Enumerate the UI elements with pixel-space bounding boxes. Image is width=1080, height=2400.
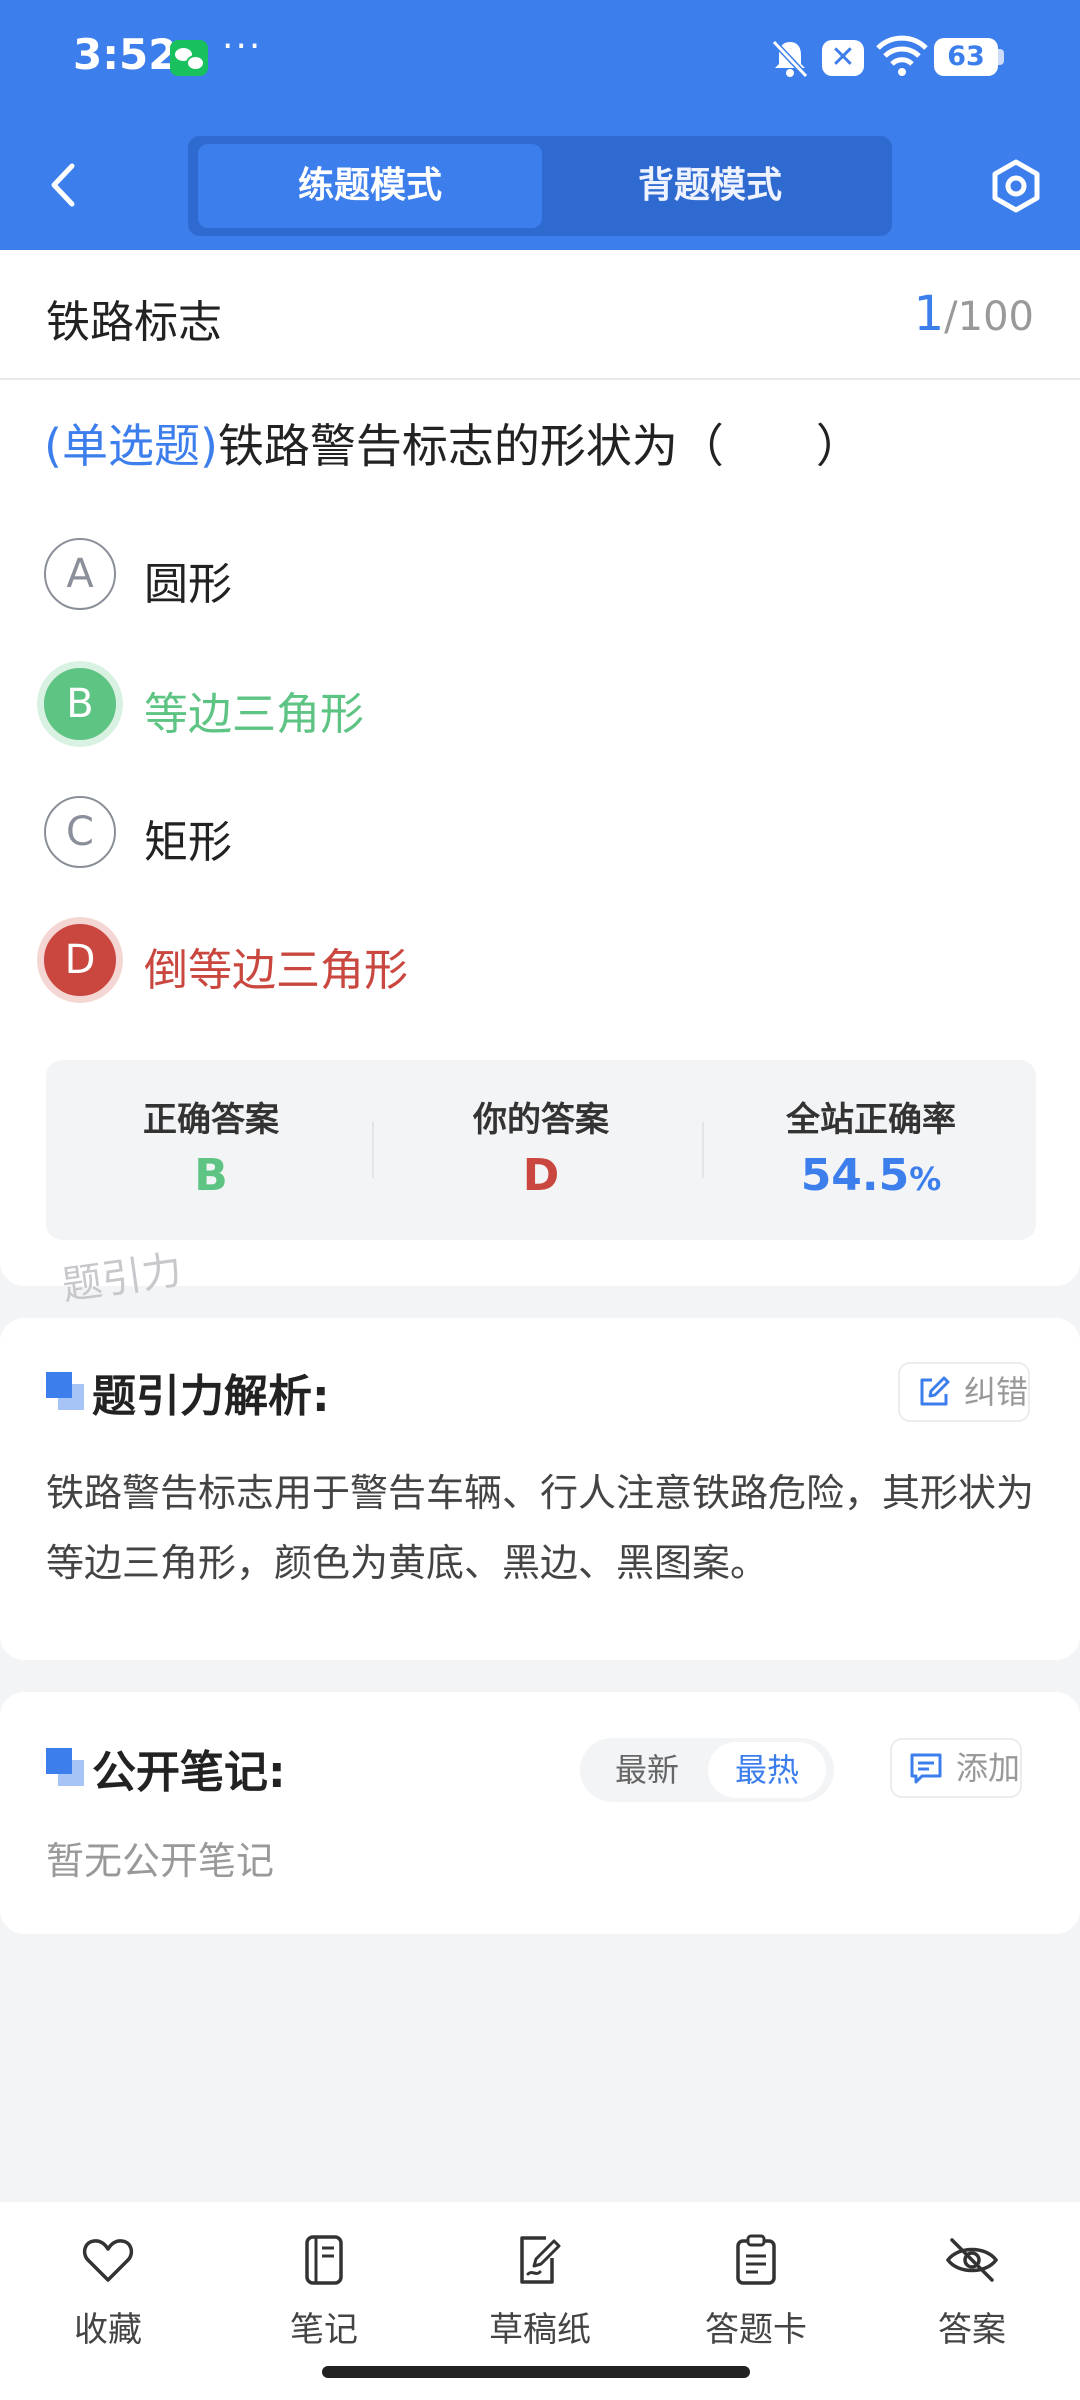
- accuracy-unit: %: [909, 1160, 942, 1198]
- analysis-title: 题引力解析:: [92, 1371, 330, 1422]
- report-error-label: 纠错: [964, 1373, 1029, 1411]
- app-header: 3:52 ··· ✕ 63 练题模式 背题模式: [0, 0, 1080, 250]
- settings-icon[interactable]: [986, 156, 1046, 216]
- battery-level: 63: [934, 38, 998, 76]
- mode-switch: 练题模式 背题模式: [188, 136, 892, 236]
- section-icon: [46, 1372, 84, 1410]
- option-a[interactable]: A 圆形: [44, 534, 1024, 614]
- option-text: 矩形: [144, 817, 232, 868]
- option-text: 圆形: [144, 559, 232, 610]
- report-error-button[interactable]: 纠错: [898, 1362, 1031, 1422]
- toolbar-label: 答题卡: [705, 2310, 807, 2350]
- edit-icon: [920, 1376, 950, 1406]
- option-d[interactable]: D 倒等边三角形: [44, 920, 1024, 1000]
- tab-memorize-mode[interactable]: 背题模式: [538, 144, 882, 228]
- wechat-icon: [170, 40, 208, 76]
- notes-sort-toggle: 最新 最热: [580, 1738, 834, 1802]
- heart-icon: [82, 2239, 134, 2282]
- home-indicator[interactable]: [322, 2366, 750, 2378]
- stat-label: 全站正确率: [786, 1100, 956, 1140]
- stat-label: 你的答案: [473, 1100, 609, 1140]
- analysis-text: 铁路警告标志用于警告车辆、行人注意铁路危险，其形状为等边三角形，颜色为黄底、黑边…: [46, 1471, 1035, 1585]
- tab-practice-mode[interactable]: 练题模式: [198, 144, 542, 228]
- option-text: 等边三角形: [144, 689, 364, 740]
- toolbar-show-answer[interactable]: 答案: [892, 2232, 1052, 2362]
- toolbar-label: 答案: [938, 2310, 1006, 2350]
- option-b[interactable]: B 等边三角形: [44, 664, 1024, 744]
- answer-stats: 正确答案 B 你的答案 D 全站正确率 54.5%: [46, 1060, 1036, 1240]
- option-text: 倒等边三角形: [144, 945, 408, 996]
- battery-icon: [998, 49, 1004, 65]
- option-letter: C: [44, 796, 116, 868]
- question-card: 铁路标志 1/100 (单选题)铁路警告标志的形状为（ ） A 圆形 B 等边三…: [0, 250, 1080, 1309]
- toolbar-label: 笔记: [290, 2310, 358, 2350]
- stat-accuracy-rate: 全站正确率 54.5%: [706, 1060, 1036, 1240]
- option-letter: D: [44, 924, 116, 996]
- section-icon: [46, 1748, 84, 1786]
- toolbar-label: 收藏: [74, 2310, 142, 2350]
- toolbar-label: 草稿纸: [489, 2310, 591, 2350]
- divider: [702, 1122, 704, 1178]
- accuracy-rate-value: 54.5%: [706, 1150, 1036, 1201]
- question-category: 铁路标志: [46, 297, 222, 348]
- question-type: (单选题): [44, 419, 218, 473]
- stat-label: 正确答案: [143, 1100, 279, 1140]
- question-stem: 铁路警告标志的形状为（ ）: [217, 419, 862, 473]
- notebook-icon: [305, 2235, 343, 2285]
- question-text: (单选题)铁路警告标志的形状为（ ）: [44, 410, 862, 476]
- total-questions: /100: [944, 294, 1034, 340]
- back-button[interactable]: [40, 152, 90, 218]
- accuracy-number: 54.5: [800, 1150, 910, 1201]
- toolbar-notes[interactable]: 笔记: [244, 2232, 404, 2362]
- toolbar-answer-sheet[interactable]: 答题卡: [676, 2232, 836, 2362]
- status-time: 3:52: [73, 30, 178, 79]
- toolbar-draft-paper[interactable]: 草稿纸: [460, 2232, 620, 2362]
- stat-correct-answer: 正确答案 B: [46, 1060, 376, 1240]
- bell-muted-icon: [771, 39, 809, 79]
- analysis-card: 题引力解析: 纠错 铁路警告标志用于警告车辆、行人注意铁路危险，其形状为等边三角…: [0, 1318, 1080, 1660]
- option-letter: A: [44, 538, 116, 610]
- public-notes-card: 公开笔记: 最新 最热 添加 暂无公开笔记: [0, 1692, 1080, 1934]
- empty-notes-text: 暂无公开笔记: [46, 1839, 275, 1883]
- stat-your-answer: 你的答案 D: [376, 1060, 706, 1240]
- option-c[interactable]: C 矩形: [44, 792, 1024, 872]
- toolbar-favorite[interactable]: 收藏: [28, 2232, 188, 2362]
- notification-x-icon: ✕: [822, 40, 864, 76]
- question-title-row: 铁路标志 1/100: [0, 250, 1080, 380]
- sort-hottest[interactable]: 最热: [708, 1742, 826, 1798]
- sort-newest[interactable]: 最新: [588, 1742, 706, 1798]
- add-note-button[interactable]: 添加: [890, 1738, 1023, 1798]
- current-question-number: 1: [913, 286, 945, 342]
- option-letter: B: [44, 668, 116, 740]
- draft-pen-icon: [520, 2236, 561, 2284]
- comment-icon: [910, 1753, 942, 1784]
- notes-title: 公开笔记:: [92, 1747, 286, 1798]
- status-bar: 3:52 ··· ✕ 63: [0, 0, 1080, 120]
- correct-answer-value: B: [194, 1150, 228, 1201]
- eye-off-icon: [945, 2238, 999, 2282]
- more-notifications-icon: ···: [222, 26, 263, 67]
- add-note-label: 添加: [956, 1749, 1021, 1787]
- watermark: 题引力: [59, 1247, 185, 1310]
- clipboard-icon: [736, 2234, 776, 2285]
- divider: [372, 1122, 374, 1178]
- your-answer-value: D: [522, 1150, 560, 1201]
- wifi-icon: [876, 35, 928, 76]
- question-counter: 1/100: [914, 286, 1034, 342]
